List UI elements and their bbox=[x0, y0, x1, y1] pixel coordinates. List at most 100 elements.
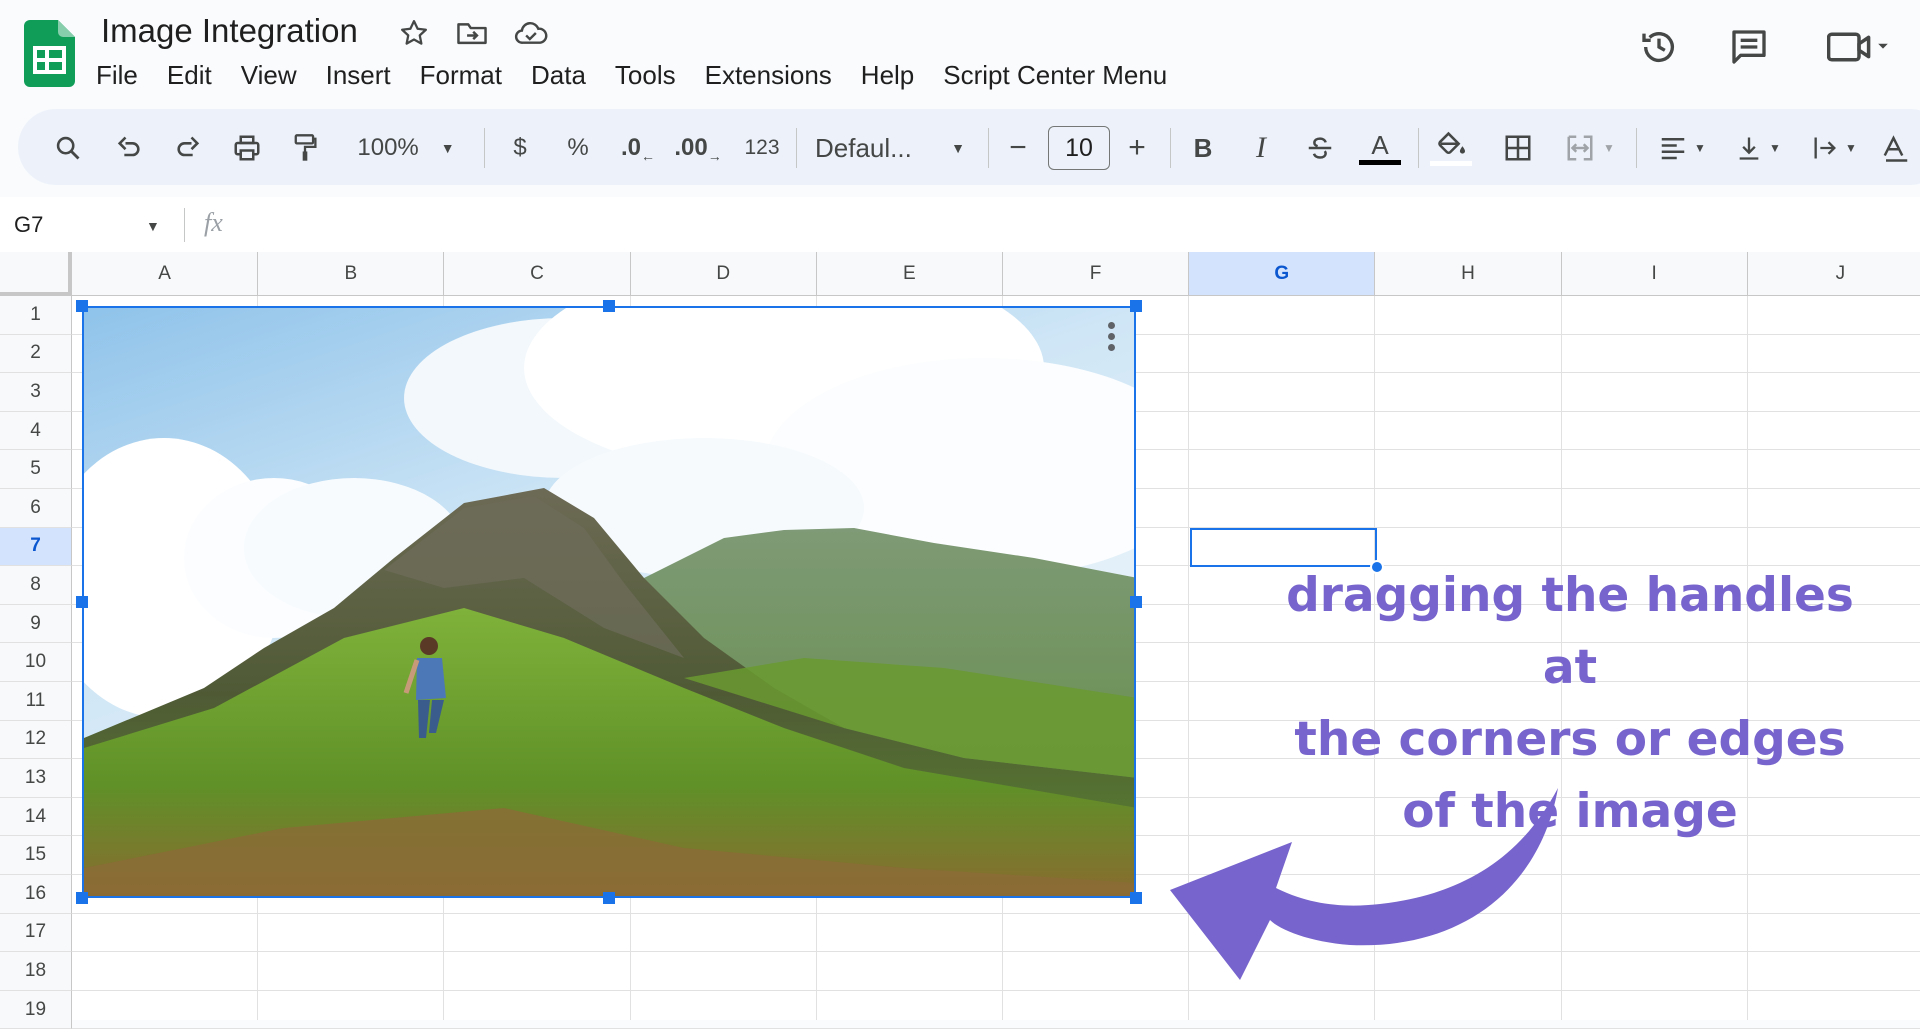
column-header-a[interactable]: A bbox=[72, 252, 259, 296]
row-header-11[interactable]: 11 bbox=[0, 682, 72, 721]
font-size-input[interactable]: 10 bbox=[1048, 126, 1110, 170]
column-header-c[interactable]: C bbox=[444, 252, 631, 296]
row-header-19[interactable]: 19 bbox=[0, 990, 72, 1029]
column-header-j[interactable]: J bbox=[1747, 252, 1920, 296]
row-header-4[interactable]: 4 bbox=[0, 411, 72, 451]
row-header-3[interactable]: 3 bbox=[0, 373, 72, 412]
row-header-9[interactable]: 9 bbox=[0, 604, 72, 644]
move-folder-icon[interactable] bbox=[455, 16, 489, 50]
menu-insert[interactable]: Insert bbox=[326, 60, 391, 91]
horizontal-align-icon[interactable]: ▼ bbox=[1650, 130, 1714, 166]
row-header-16[interactable]: 16 bbox=[0, 875, 72, 914]
row-header-15[interactable]: 15 bbox=[0, 836, 72, 875]
resize-handle-top-right[interactable] bbox=[1130, 300, 1142, 312]
menu-file[interactable]: File bbox=[96, 60, 138, 91]
resize-handle-bottom[interactable] bbox=[603, 892, 615, 904]
print-icon[interactable] bbox=[229, 130, 265, 166]
merge-cells-icon[interactable]: ▼ bbox=[1558, 130, 1622, 166]
fill-color-swatch bbox=[1430, 160, 1472, 166]
row-header-14[interactable]: 14 bbox=[0, 797, 72, 837]
menu-help[interactable]: Help bbox=[861, 60, 914, 91]
strikethrough-icon[interactable] bbox=[1302, 130, 1338, 166]
image-more-options-icon[interactable] bbox=[1108, 322, 1116, 351]
format-percent-button[interactable]: % bbox=[560, 130, 596, 166]
zoom-dropdown-icon: ▼ bbox=[440, 140, 455, 156]
italic-button[interactable]: I bbox=[1243, 130, 1279, 166]
row-header-8[interactable]: 8 bbox=[0, 566, 72, 605]
vertical-align-icon[interactable]: ▼ bbox=[1728, 130, 1788, 166]
resize-handle-bottom-left[interactable] bbox=[76, 892, 88, 904]
formula-divider bbox=[184, 208, 185, 242]
resize-handle-top[interactable] bbox=[603, 300, 615, 312]
row-header-17[interactable]: 17 bbox=[0, 913, 72, 953]
column-header-e[interactable]: E bbox=[816, 252, 1003, 296]
grid-row-line bbox=[72, 951, 1920, 953]
menu-view[interactable]: View bbox=[241, 60, 297, 91]
resize-handle-right[interactable] bbox=[1130, 596, 1142, 608]
paint-format-icon[interactable] bbox=[287, 130, 323, 166]
resize-handle-left[interactable] bbox=[76, 596, 88, 608]
search-menus-icon[interactable] bbox=[50, 130, 86, 166]
column-header-f[interactable]: F bbox=[1003, 252, 1190, 296]
name-box[interactable]: G7 bbox=[14, 212, 43, 238]
mountain-landscape-image bbox=[84, 308, 1134, 896]
format-currency-button[interactable]: $ bbox=[502, 130, 538, 166]
document-title[interactable]: Image Integration bbox=[101, 12, 358, 50]
column-header-g[interactable]: G bbox=[1189, 252, 1376, 296]
row-header-7[interactable]: 7 bbox=[0, 527, 72, 567]
fill-color-icon[interactable] bbox=[1428, 130, 1474, 166]
row-header-10[interactable]: 10 bbox=[0, 643, 72, 682]
column-header-b[interactable]: B bbox=[258, 252, 445, 296]
select-all-corner[interactable] bbox=[0, 252, 72, 296]
text-color-button[interactable]: A bbox=[1358, 130, 1402, 166]
row-header-5[interactable]: 5 bbox=[0, 450, 72, 489]
font-family-select[interactable]: Defaul... ▼ bbox=[815, 130, 965, 166]
row-header-2[interactable]: 2 bbox=[0, 334, 72, 374]
row-header-18[interactable]: 18 bbox=[0, 952, 72, 991]
star-icon[interactable] bbox=[397, 16, 431, 50]
more-formats-button[interactable]: 123 bbox=[736, 130, 788, 166]
valign-dropdown-icon: ▼ bbox=[1769, 141, 1781, 155]
row-header-13[interactable]: 13 bbox=[0, 759, 72, 798]
increase-decimal-button[interactable]: .00 → bbox=[674, 130, 721, 166]
borders-icon[interactable] bbox=[1500, 130, 1536, 166]
column-header-h[interactable]: H bbox=[1375, 252, 1562, 296]
row-header-12[interactable]: 12 bbox=[0, 720, 72, 760]
formula-input[interactable] bbox=[240, 204, 1900, 244]
menu-format[interactable]: Format bbox=[420, 60, 502, 91]
decrease-decimal-button[interactable]: .0 ← bbox=[618, 130, 658, 166]
comments-icon[interactable] bbox=[1726, 24, 1772, 70]
version-history-icon[interactable] bbox=[1636, 24, 1682, 70]
merge-dropdown-icon: ▼ bbox=[1603, 141, 1615, 155]
increase-font-size-button[interactable]: + bbox=[1119, 130, 1155, 166]
sheets-logo-icon[interactable] bbox=[24, 20, 75, 87]
resize-handle-top-left[interactable] bbox=[76, 300, 88, 312]
column-header-d[interactable]: D bbox=[630, 252, 817, 296]
decrease-font-size-button[interactable]: − bbox=[1000, 130, 1036, 166]
row-header-1[interactable]: 1 bbox=[0, 296, 72, 335]
cloud-saved-icon[interactable] bbox=[514, 16, 548, 50]
name-box-dropdown-icon[interactable]: ▼ bbox=[146, 218, 160, 234]
text-color-letter: A bbox=[1371, 129, 1389, 160]
grid-row-line bbox=[72, 912, 1920, 914]
zoom-value: 100% bbox=[357, 134, 419, 161]
text-rotation-icon[interactable] bbox=[1878, 130, 1914, 166]
menu-script-center[interactable]: Script Center Menu bbox=[943, 60, 1167, 91]
menu-tools[interactable]: Tools bbox=[615, 60, 676, 91]
grid-row-line bbox=[72, 989, 1920, 991]
align-dropdown-icon: ▼ bbox=[1694, 141, 1706, 155]
inserted-image[interactable] bbox=[82, 306, 1136, 898]
text-wrapping-icon[interactable]: ▼ bbox=[1804, 130, 1864, 166]
menu-data[interactable]: Data bbox=[531, 60, 586, 91]
column-header-i[interactable]: I bbox=[1561, 252, 1748, 296]
row-header-6[interactable]: 6 bbox=[0, 489, 72, 528]
redo-icon[interactable] bbox=[170, 130, 206, 166]
resize-handle-bottom-right[interactable] bbox=[1130, 892, 1142, 904]
meet-video-icon[interactable] bbox=[1824, 24, 1894, 70]
undo-icon[interactable] bbox=[111, 130, 147, 166]
menu-edit[interactable]: Edit bbox=[167, 60, 212, 91]
zoom-select[interactable]: 100% ▼ bbox=[346, 130, 466, 166]
text-color-swatch bbox=[1359, 159, 1401, 165]
menu-extensions[interactable]: Extensions bbox=[705, 60, 832, 91]
bold-button[interactable]: B bbox=[1185, 130, 1221, 166]
